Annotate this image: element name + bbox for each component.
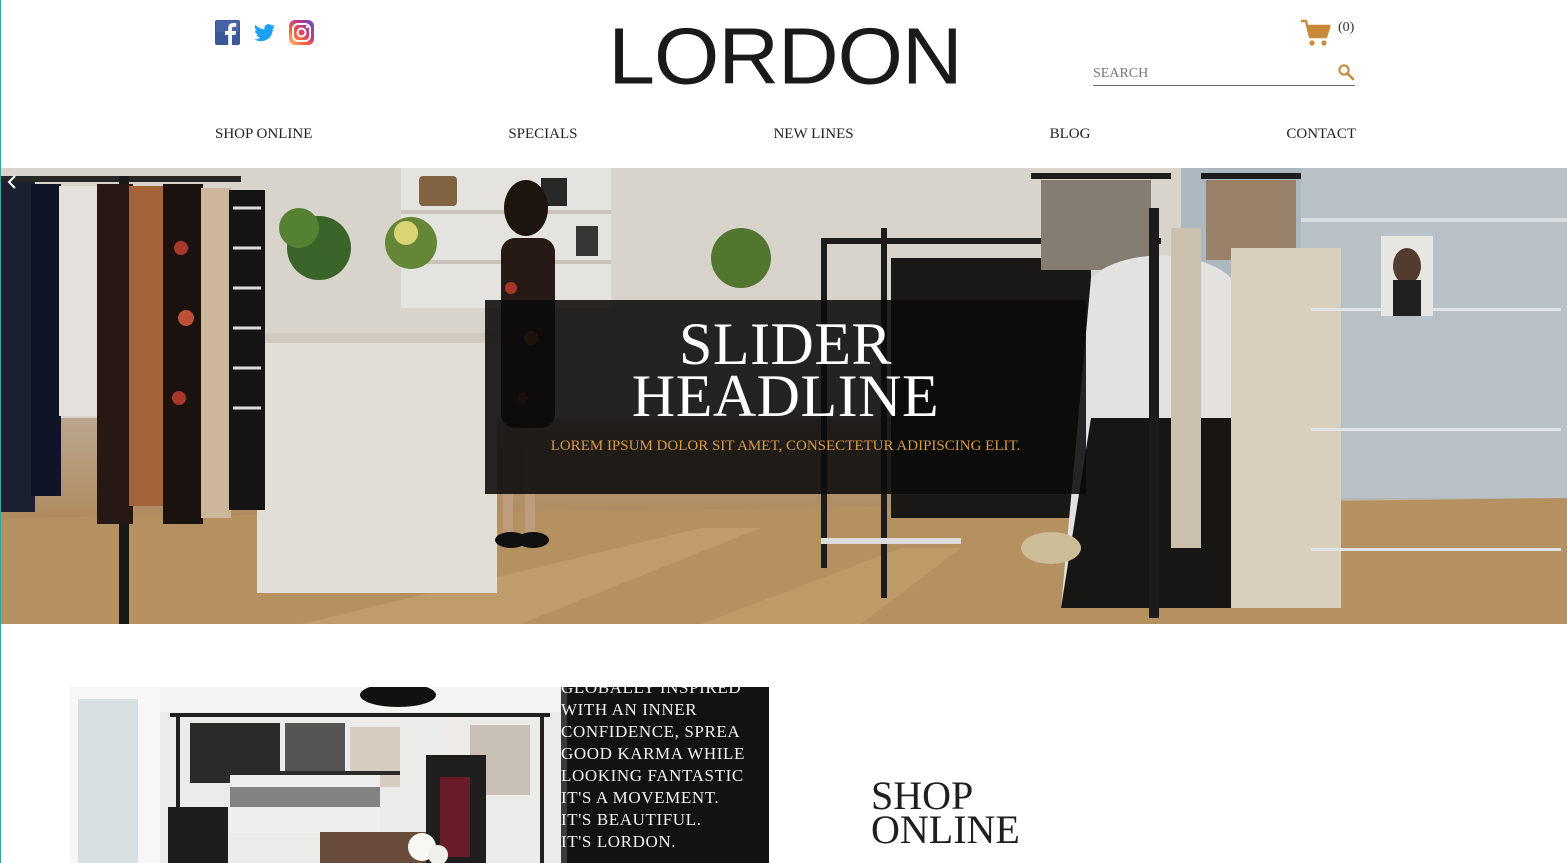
cart-icon[interactable] bbox=[1300, 18, 1332, 53]
nav-shop-online[interactable]: SHOP ONLINE bbox=[215, 126, 312, 143]
cart-button[interactable]: (0) bbox=[1300, 18, 1354, 53]
page: LORDON (0) SHOP ONLINE SPECIALS NEW LINE… bbox=[0, 0, 1567, 863]
twitter-icon[interactable] bbox=[252, 20, 277, 45]
instagram-icon[interactable] bbox=[289, 20, 314, 45]
hero-slider: SLIDER HEADLINE LOREM IPSUM DOLOR SIT AM… bbox=[1, 168, 1567, 624]
nav-contact[interactable]: CONTACT bbox=[1286, 126, 1356, 143]
chalkboard-line: GLOBALLY INSPIRED bbox=[561, 687, 742, 697]
cart-count: (0) bbox=[1338, 20, 1355, 35]
chalkboard-line: IT'S BEAUTIFUL. bbox=[561, 810, 702, 829]
chalkboard-line: LOOKING FANTASTIC bbox=[561, 766, 744, 785]
chalkboard-line: CONFIDENCE, SPREA bbox=[561, 722, 741, 741]
brand-logo[interactable]: LORDON bbox=[599, 10, 971, 101]
main-nav: SHOP ONLINE SPECIALS NEW LINES BLOG CONT… bbox=[215, 126, 1356, 143]
chalkboard-line: GOOD KARMA WHILE bbox=[561, 744, 745, 763]
hero-title: SLIDER HEADLINE bbox=[485, 314, 1086, 429]
search-bar bbox=[1093, 62, 1355, 86]
facebook-icon[interactable] bbox=[215, 20, 240, 45]
hero-subtitle: LOREM IPSUM DOLOR SIT AMET, CONSECTETUR … bbox=[550, 438, 1021, 454]
nav-new-lines[interactable]: NEW LINES bbox=[773, 126, 853, 143]
magnifier-icon[interactable] bbox=[1337, 63, 1355, 81]
chalkboard-line: IT'S LORDON. bbox=[561, 832, 677, 851]
social-links bbox=[215, 20, 314, 45]
chalkboard-line: IT'S A MOVEMENT. bbox=[561, 788, 720, 807]
hero-title-line-2: HEADLINE bbox=[631, 363, 940, 429]
search-input[interactable] bbox=[1093, 65, 1329, 82]
store-interior-image[interactable]: GLOBALLY INSPIRED WITH AN INNER CONFIDEN… bbox=[70, 687, 769, 863]
chalkboard-line: WITH AN INNER bbox=[561, 700, 698, 719]
chalkboard-text: GLOBALLY INSPIRED WITH AN INNER CONFIDEN… bbox=[561, 687, 769, 853]
hero-caption: SLIDER HEADLINE LOREM IPSUM DOLOR SIT AM… bbox=[485, 300, 1086, 494]
chevron-left-icon[interactable] bbox=[5, 174, 19, 190]
shop-online-heading[interactable]: SHOP ONLINE bbox=[871, 776, 1020, 853]
nav-blog[interactable]: BLOG bbox=[1050, 126, 1091, 143]
shop-heading-line-2: ONLINE bbox=[871, 807, 1020, 853]
nav-specials[interactable]: SPECIALS bbox=[508, 126, 577, 143]
